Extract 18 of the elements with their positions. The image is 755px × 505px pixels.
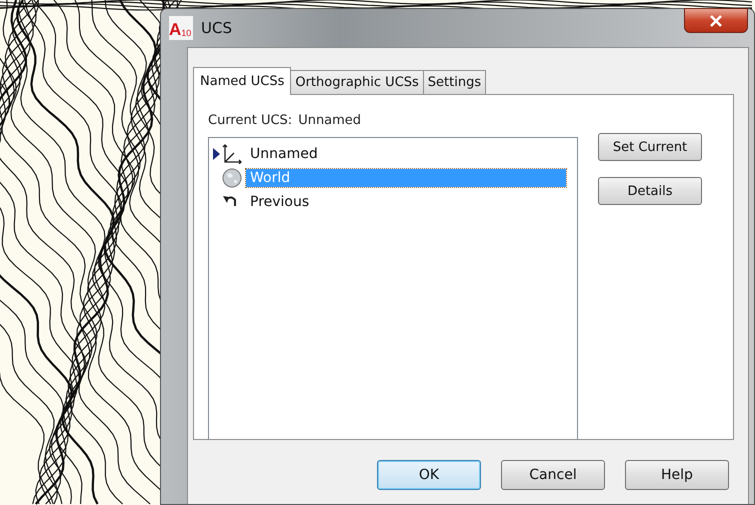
axes-icon bbox=[221, 144, 243, 164]
dialog-button[interactable]: Details bbox=[598, 177, 702, 205]
current-ucs-label: Current UCS: bbox=[208, 113, 292, 130]
tab[interactable]: Orthographic UCSs bbox=[290, 70, 424, 94]
current-ucs-value: Unnamed bbox=[298, 113, 362, 130]
dialog-button[interactable]: Help bbox=[625, 460, 729, 490]
ucs-list-item[interactable]: Previous bbox=[246, 193, 566, 211]
dialog-button[interactable]: Set Current bbox=[598, 133, 702, 161]
globe-icon bbox=[221, 168, 243, 188]
dialog-button[interactable]: Cancel bbox=[501, 460, 605, 490]
window-title: UCS bbox=[201, 19, 233, 37]
tab[interactable]: Settings bbox=[422, 70, 486, 94]
app-logo: A10 bbox=[169, 16, 193, 40]
tab[interactable]: Named UCSs bbox=[193, 67, 292, 95]
close-icon bbox=[709, 14, 723, 26]
dialog-button[interactable]: OK bbox=[377, 460, 481, 490]
close-button[interactable] bbox=[684, 8, 748, 33]
ucs-list-item[interactable]: Unnamed bbox=[246, 145, 566, 163]
